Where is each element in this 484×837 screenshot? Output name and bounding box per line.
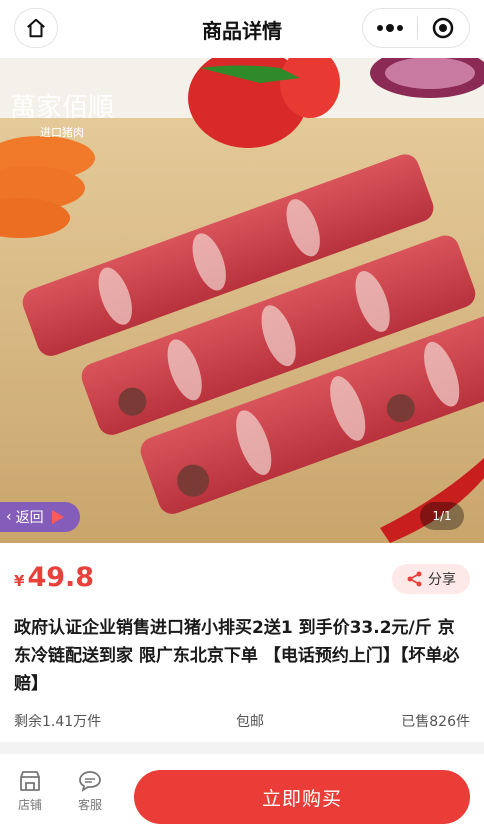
back-label: 返回 <box>15 510 44 526</box>
shop-icon <box>20 771 40 791</box>
pork-ribs-image: 萬家佰順 进口猪肉 <box>0 58 484 543</box>
share-icon <box>407 571 422 587</box>
svg-text:萬家佰順: 萬家佰順 <box>10 93 114 123</box>
buy-now-button[interactable]: 立即购买 <box>134 770 470 824</box>
nav-header: 商品详情 <box>0 0 484 58</box>
close-button[interactable] <box>417 9 469 47</box>
service-label: 客服 <box>77 798 102 812</box>
shop-button[interactable]: 店铺 <box>8 770 52 813</box>
price: ¥ 49.8 <box>14 562 94 593</box>
section-divider <box>0 742 484 754</box>
chat-bubble-icon <box>79 771 101 792</box>
shipping-info: 包邮 <box>236 714 264 730</box>
share-button[interactable]: 分享 <box>392 564 470 594</box>
bottom-action-bar: 店铺 客服 立即购买 <box>0 754 484 837</box>
more-dots-icon <box>376 24 403 32</box>
share-label: 分享 <box>428 572 456 588</box>
stock-count: 剩余1.41万件 <box>14 714 102 730</box>
target-close-icon <box>432 17 454 39</box>
sold-count: 已售826件 <box>401 714 470 730</box>
play-icon <box>51 510 64 524</box>
mini-program-capsule <box>362 8 470 48</box>
back-button[interactable]: ‹ 返回 <box>0 502 80 532</box>
image-page-indicator: 1/1 <box>420 502 464 530</box>
product-meta: 剩余1.41万件 包邮 已售826件 <box>14 708 470 732</box>
svg-text:进口猪肉: 进口猪肉 <box>40 126 84 139</box>
currency-symbol: ¥ <box>14 572 25 590</box>
shop-label: 店铺 <box>17 798 42 812</box>
more-button[interactable] <box>363 9 417 47</box>
product-image[interactable]: 萬家佰順 进口猪肉 ‹ 返回 1/1 <box>0 58 484 543</box>
customer-service-button[interactable]: 客服 <box>68 770 112 813</box>
price-value: 49.8 <box>27 562 95 593</box>
chevron-left-icon: ‹ <box>6 509 12 525</box>
product-title: 政府认证企业销售进口猪小排买2送1 到手价33.2元/斤 京东冷链配送到家 限广… <box>14 618 460 694</box>
